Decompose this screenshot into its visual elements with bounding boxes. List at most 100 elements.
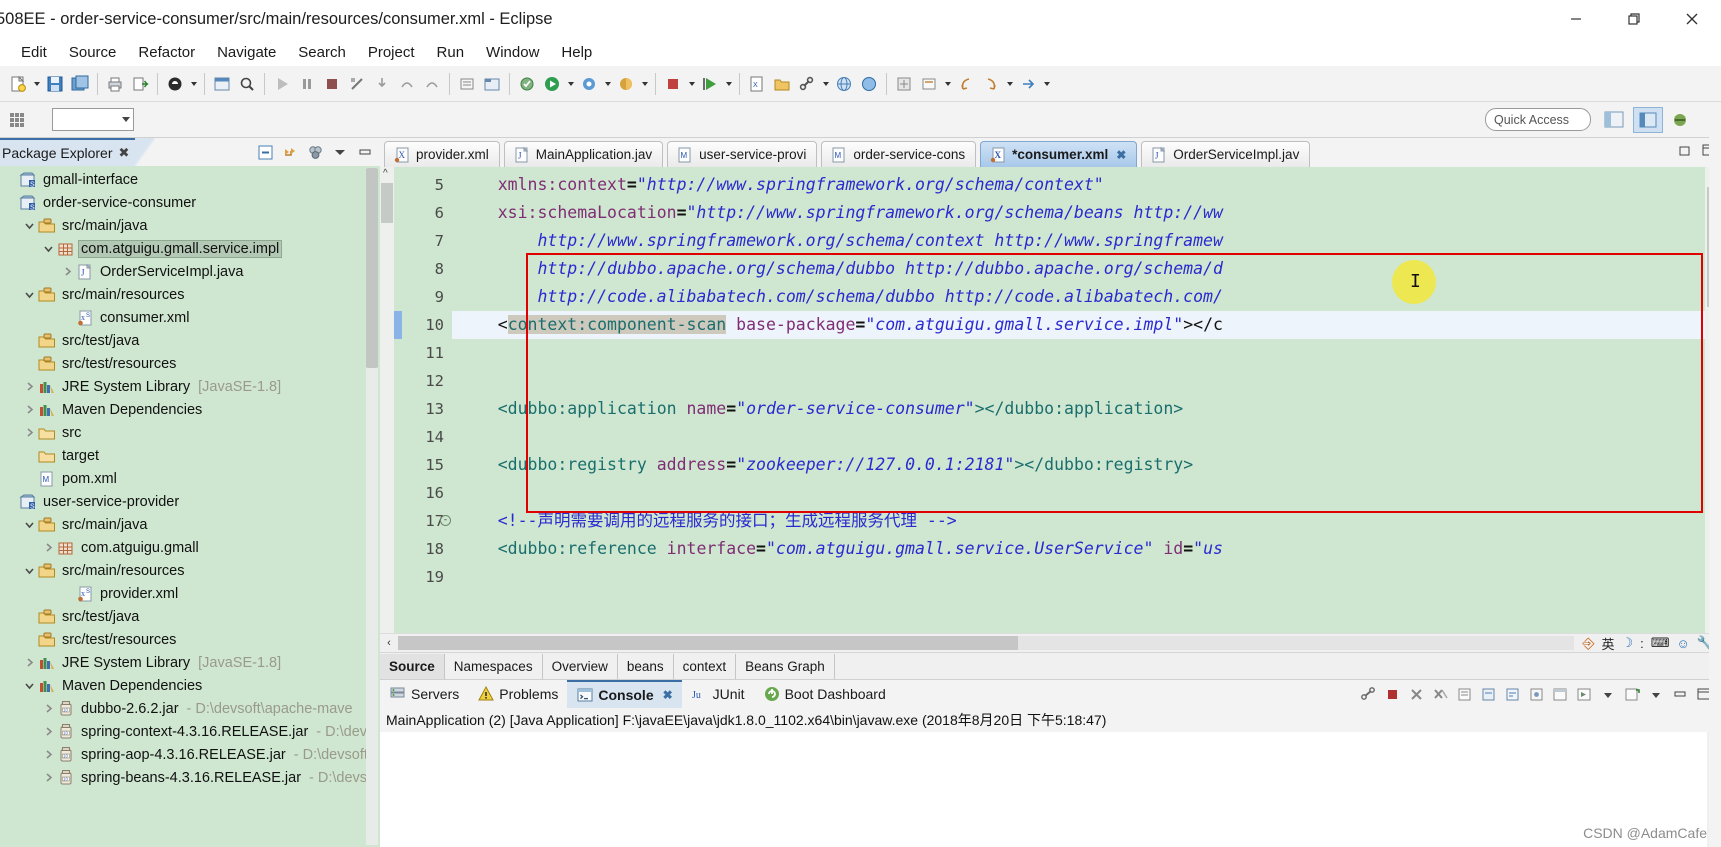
browser-icon[interactable] [832, 71, 856, 97]
debug-stop-icon[interactable] [320, 71, 344, 97]
tree-item-src-test-java[interactable]: src/test/java [0, 329, 380, 352]
start-dropdown-icon[interactable] [723, 71, 734, 97]
open-console-icon[interactable] [1573, 683, 1595, 705]
new-java-project-icon[interactable] [480, 71, 504, 97]
menu-edit[interactable]: Edit [10, 42, 58, 63]
scrollbar-thumb[interactable] [381, 183, 393, 223]
console-tab-boot-dashboard[interactable]: Boot Dashboard [754, 680, 895, 708]
tab-package-explorer[interactable]: Package Explorer ✖ [0, 138, 136, 166]
tree-item-src-test-resources[interactable]: src/test/resources [0, 628, 380, 651]
package-explorer-tree[interactable]: Sgmall-interface Sorder-service-consumer s… [0, 166, 380, 847]
hscroll-track[interactable] [398, 636, 1575, 650]
search-icon[interactable] [235, 71, 259, 97]
tree-item-src-main-resources[interactable]: src/main/resources [0, 559, 380, 582]
code-line[interactable]: xsi:schemaLocation="http://www.springfra… [452, 199, 1705, 227]
editor-page-tab-beans-graph[interactable]: Beans Graph [736, 653, 835, 679]
scrollbar-thumb[interactable] [366, 168, 378, 368]
tree-item-orderserviceimpl-java[interactable]: J OrderServiceImpl.java [0, 260, 380, 283]
code-line[interactable] [452, 563, 1705, 591]
start-server-icon[interactable] [698, 71, 722, 97]
link-dropdown-icon[interactable] [820, 71, 831, 97]
tree-item-provider-xml[interactable]: x Sprovider.xml [0, 582, 380, 605]
perspective-debug-icon[interactable] [1665, 107, 1695, 133]
back-icon[interactable] [954, 71, 978, 97]
ime-keyboard-icon[interactable]: ⌨ [1651, 635, 1670, 651]
ime-punct-icon[interactable]: : [1640, 636, 1644, 651]
editor-tab-order-service-cons[interactable]: Morder-service-cons [821, 141, 977, 167]
editor-page-tab-namespaces[interactable]: Namespaces [445, 653, 543, 679]
chevron-down-icon[interactable] [21, 559, 37, 582]
editor-tab-consumer-xml[interactable]: X *consumer.xml ✖ [980, 141, 1138, 167]
code-line[interactable]: http://dubbo.apache.org/schema/dubbo htt… [452, 255, 1705, 283]
save-icon[interactable] [43, 71, 67, 97]
show-view-icon[interactable] [4, 108, 30, 132]
package-explorer-scrollbar[interactable] [366, 168, 378, 845]
tree-item-com-atguigu-gmall-service-impl[interactable]: com.atguigu.gmall.service.impl [0, 237, 380, 260]
filter-icon[interactable] [304, 141, 326, 163]
view-menu-icon[interactable] [329, 141, 351, 163]
console-tab-console[interactable]: Console ✖ [567, 680, 682, 708]
step-into-icon[interactable] [370, 71, 394, 97]
close-icon[interactable]: ✖ [1116, 148, 1126, 162]
print-icon[interactable] [103, 71, 127, 97]
stop-server-icon[interactable] [661, 71, 685, 97]
globe-icon[interactable] [857, 71, 881, 97]
code-line[interactable]: xmlns:context="http://www.springframewor… [452, 171, 1705, 199]
tree-item-dubbo-2-6-2-jar[interactable]: 10 dubbo-2.6.2.jar - D:\devsoft\apache-mav… [0, 697, 380, 720]
prev-annotation-dropdown-icon[interactable] [1041, 71, 1052, 97]
minimize-icon[interactable] [354, 141, 376, 163]
perspective-java-ee-icon[interactable] [1633, 107, 1663, 133]
menu-source[interactable]: Source [58, 42, 128, 63]
editor-page-tab-context[interactable]: context [674, 653, 737, 679]
ime-smiley-icon[interactable]: ☺ [1677, 636, 1690, 651]
tree-item-target[interactable]: target [0, 444, 380, 467]
tree-item-src-main-java[interactable]: src/main/java [0, 513, 380, 536]
remove-launch-icon[interactable] [1405, 683, 1427, 705]
menu-window[interactable]: Window [475, 42, 550, 63]
editor-tab-user-service-provi[interactable]: Muser-service-provi [667, 141, 818, 167]
chevron-down-icon[interactable] [21, 513, 37, 536]
menu-run[interactable]: Run [426, 42, 476, 63]
editor-tab-provider-xml[interactable]: Xprovider.xml [384, 141, 500, 167]
editor-page-tab-beans[interactable]: beans [618, 653, 674, 679]
java-dropdown-icon[interactable] [188, 71, 199, 97]
coverage-icon[interactable] [614, 71, 638, 97]
remove-all-icon[interactable] [1429, 683, 1451, 705]
menu-refactor[interactable]: Refactor [127, 42, 206, 63]
chevron-right-icon[interactable] [21, 651, 37, 674]
new-console-view-icon[interactable] [1621, 683, 1643, 705]
restore-icon[interactable] [1605, 0, 1663, 38]
code-line[interactable] [452, 367, 1705, 395]
stop-dropdown-icon[interactable] [686, 71, 697, 97]
scroll-left-icon[interactable]: ‹ [380, 637, 398, 649]
ime-language-label[interactable]: 英 [1601, 634, 1614, 653]
step-return-icon[interactable] [420, 71, 444, 97]
editor-page-tab-source[interactable]: Source [380, 653, 445, 679]
tree-item-src[interactable]: src [0, 421, 380, 444]
save-all-icon[interactable] [68, 71, 92, 97]
chevron-right-icon[interactable] [21, 421, 37, 444]
tree-item-spring-aop-4-3-16-release-jar[interactable]: 10 spring-aop-4.3.16.RELEASE.jar - D:\devs… [0, 743, 380, 766]
ant-build-icon[interactable] [515, 71, 539, 97]
tree-item-spring-context-4-3-16-release-jar[interactable]: 10 spring-context-4.3.16.RELEASE.jar - D:\… [0, 720, 380, 743]
tree-item-com-atguigu-gmall[interactable]: com.atguigu.gmall [0, 536, 380, 559]
debug-disconnect-icon[interactable] [345, 71, 369, 97]
menu-search[interactable]: Search [287, 42, 357, 63]
chevron-right-icon[interactable] [59, 260, 75, 283]
fold-toggle-icon[interactable]: - [440, 515, 451, 526]
tree-item-spring-beans-4-3-16-release-jar[interactable]: 10 spring-beans-4.3.16.RELEASE.jar - D:\de… [0, 766, 380, 789]
console-tab-servers[interactable]: Servers [380, 680, 468, 708]
terminate-icon[interactable] [1381, 683, 1403, 705]
code-line[interactable]: <dubbo:reference interface="com.atguigu.… [452, 535, 1705, 563]
new-icon[interactable] [6, 71, 30, 97]
minimize-icon[interactable] [1669, 683, 1691, 705]
tree-item-maven-dependencies[interactable]: Maven Dependencies [0, 674, 380, 697]
ime-moon-icon[interactable]: ☽ [1621, 635, 1633, 651]
code-editor[interactable]: ^ 5 6 7 8 9 10 11 12 13 14 15 16 17- 18 19 I xmlns:con… [380, 167, 1721, 633]
tree-item-jre-system-library[interactable]: JRE System Library [JavaSE-1.8] [0, 375, 380, 398]
debug-dropdown-icon[interactable] [602, 71, 613, 97]
code-line[interactable]: <dubbo:application name="order-service-c… [452, 395, 1705, 423]
tree-item-src-test-java[interactable]: src/test/java [0, 605, 380, 628]
code-line[interactable]: http://www.springframework.org/schema/co… [452, 227, 1705, 255]
console-tab-problems[interactable]: Problems [468, 680, 567, 708]
